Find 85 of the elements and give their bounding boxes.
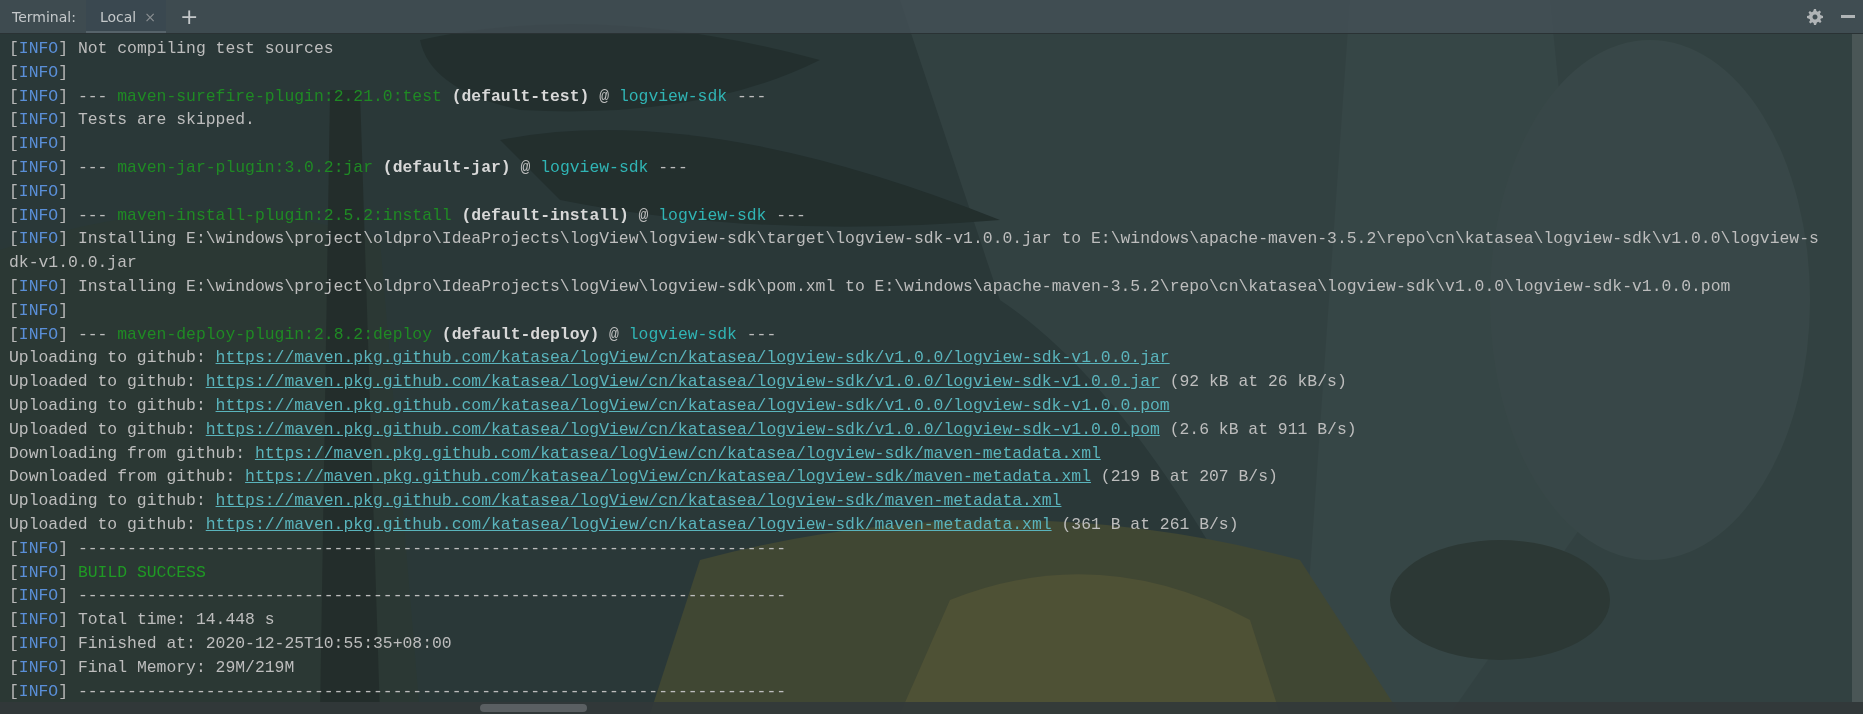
new-tab-button[interactable]: + [165,5,213,28]
log-text: Uploading to github: [9,395,207,415]
log-text: Not compiling test sources [76,39,334,58]
log-level: [INFO] [9,86,69,106]
link[interactable]: https://maven.pkg.github.com/katasea/logView/cn/katasea/logview-sdk/v1.0.0/logview-sdk-v1.0.0.pom [205,419,1160,439]
log-text: (2.6 kB at 911 B/s) [1168,419,1357,439]
log-text: dk-v1.0.0.jar [9,253,137,273]
log-text: Total time: 14.448 s [76,610,275,630]
log-level: [INFO] [9,562,69,582]
log-text: Uploaded to github: [9,372,197,392]
project-name: logview-sdk [618,86,728,106]
project-name: logview-sdk [628,324,737,344]
log-text: Uploading to github: [9,491,207,511]
log-level: [INFO] [9,39,69,58]
project-name: logview-sdk [658,205,767,225]
vertical-scrollbar[interactable] [1852,34,1863,702]
log-level: [INFO] [9,158,69,177]
horizontal-scrollbar[interactable] [0,702,1863,714]
log-text: Final Memory: 29M/219M [76,657,295,677]
scrollbar-thumb[interactable] [480,704,587,712]
log-text: --- [657,158,688,177]
link[interactable]: https://maven.pkg.github.com/katasea/logView/cn/katasea/logview-sdk/v1.0.0/logview-sdk-v1.0.0.jar [205,372,1160,392]
link[interactable]: https://maven.pkg.github.com/katasea/logView/cn/katasea/logview-sdk/maven-metadata.xml [215,491,1062,511]
log-level: [INFO] [9,538,69,558]
log-level: [INFO] [9,681,69,701]
link[interactable]: https://maven.pkg.github.com/katasea/logView/cn/katasea/logview-sdk/maven-metadata.xml [245,467,1091,487]
log-text: @ [598,86,611,106]
log-level: [INFO] [9,657,69,677]
log-text: Installing E:\windows\project\oldpro\IdeaProjects\logView\logview-sdk\pom.xml to E:\windows\apache-maven-3.5.2\repo\cn\katasea\logview-sdk\v1.0.0\logview-sdk-v1.0.0.pom [76,276,1731,296]
log-text: (219 B at 207 B/s) [1099,467,1278,487]
log-text: --- [775,205,806,225]
tab-label: Local [99,8,137,25]
log-level: [INFO] [9,610,69,630]
log-text: ------------------------------------------------------------------------ [76,681,787,701]
log-text: ------------------------------------------------------------------------ [76,538,787,558]
log-text: ------------------------------------------------------------------------ [76,586,787,606]
log-text: --- [76,205,109,225]
log-level: [INFO] [9,134,69,154]
execution-id: (default-test) [450,86,590,106]
log-text: Uploaded to github: [9,419,197,439]
panel-title: Terminal: [11,8,77,25]
log-level: [INFO] [9,229,69,249]
log-text: @ [608,324,620,344]
log-text: @ [519,158,532,177]
log-level: [INFO] [9,276,69,296]
log-text: --- [745,324,777,344]
log-level: [INFO] [9,62,69,82]
log-text: --- [76,86,109,106]
execution-id: (default-install) [460,205,629,225]
plugin-name: maven-surefire-plugin:2.21.0:test [117,86,442,106]
link[interactable]: https://maven.pkg.github.com/katasea/logView/cn/katasea/logview-sdk/v1.0.0/logview-sdk-v1.0.0.jar [215,348,1170,368]
close-icon[interactable]: × [144,8,156,25]
link[interactable]: https://maven.pkg.github.com/katasea/logView/cn/katasea/logview-sdk/maven-metadata.xml [205,514,1052,534]
log-level: [INFO] [9,205,69,225]
log-text: --- [76,324,109,344]
log-text: Uploading to github: [9,348,207,368]
log-text: --- [76,158,109,177]
minimize-icon[interactable] [1841,15,1855,18]
log-text: Finished at: 2020-12-25T10:55:35+08:00 [76,633,452,653]
log-text: Downloading from github: [9,443,247,463]
log-text: Downloaded from github: [9,467,237,487]
settings-icon[interactable] [1807,8,1823,25]
log-level: [INFO] [9,324,69,344]
link[interactable]: https://maven.pkg.github.com/katasea/logView/cn/katasea/logview-sdk/maven-metadata.xml [254,443,1101,463]
log-text: --- [735,86,767,106]
build-status: BUILD SUCCESS [77,562,206,582]
log-level: [INFO] [9,633,69,653]
log-level: [INFO] [9,300,69,320]
log-text: (92 kB at 26 kB/s) [1168,372,1347,392]
plugin-name: maven-jar-plugin:3.0.2:jar [117,158,373,177]
log-text: Tests are skipped. [76,110,255,130]
log-text: Uploaded to github: [9,514,197,534]
terminal-tab[interactable]: Local × [85,0,166,33]
plugin-name: maven-install-plugin:2.5.2:install [117,205,452,225]
link[interactable]: https://maven.pkg.github.com/katasea/logView/cn/katasea/logview-sdk/v1.0.0/logview-sdk-v1.0.0.pom [215,395,1170,415]
execution-id: (default-jar) [381,158,511,177]
log-text: Installing E:\windows\project\oldpro\IdeaProjects\logView\logview-sdk\target\logview-sdk-v1.0.0.jar to E:\windows\apache-maven-3.5.2\repo\cn\katasea\logview-sdk\v1.0.0\logview-s [76,229,1819,249]
execution-id: (default-deploy) [440,324,600,344]
log-text: (361 B at 261 B/s) [1060,514,1239,534]
plugin-name: maven-deploy-plugin:2.8.2:deploy [117,324,432,344]
project-name: logview-sdk [540,158,649,177]
log-text: @ [637,205,650,225]
log-level: [INFO] [9,181,69,201]
log-level: [INFO] [9,110,69,130]
log-level: [INFO] [9,586,69,606]
